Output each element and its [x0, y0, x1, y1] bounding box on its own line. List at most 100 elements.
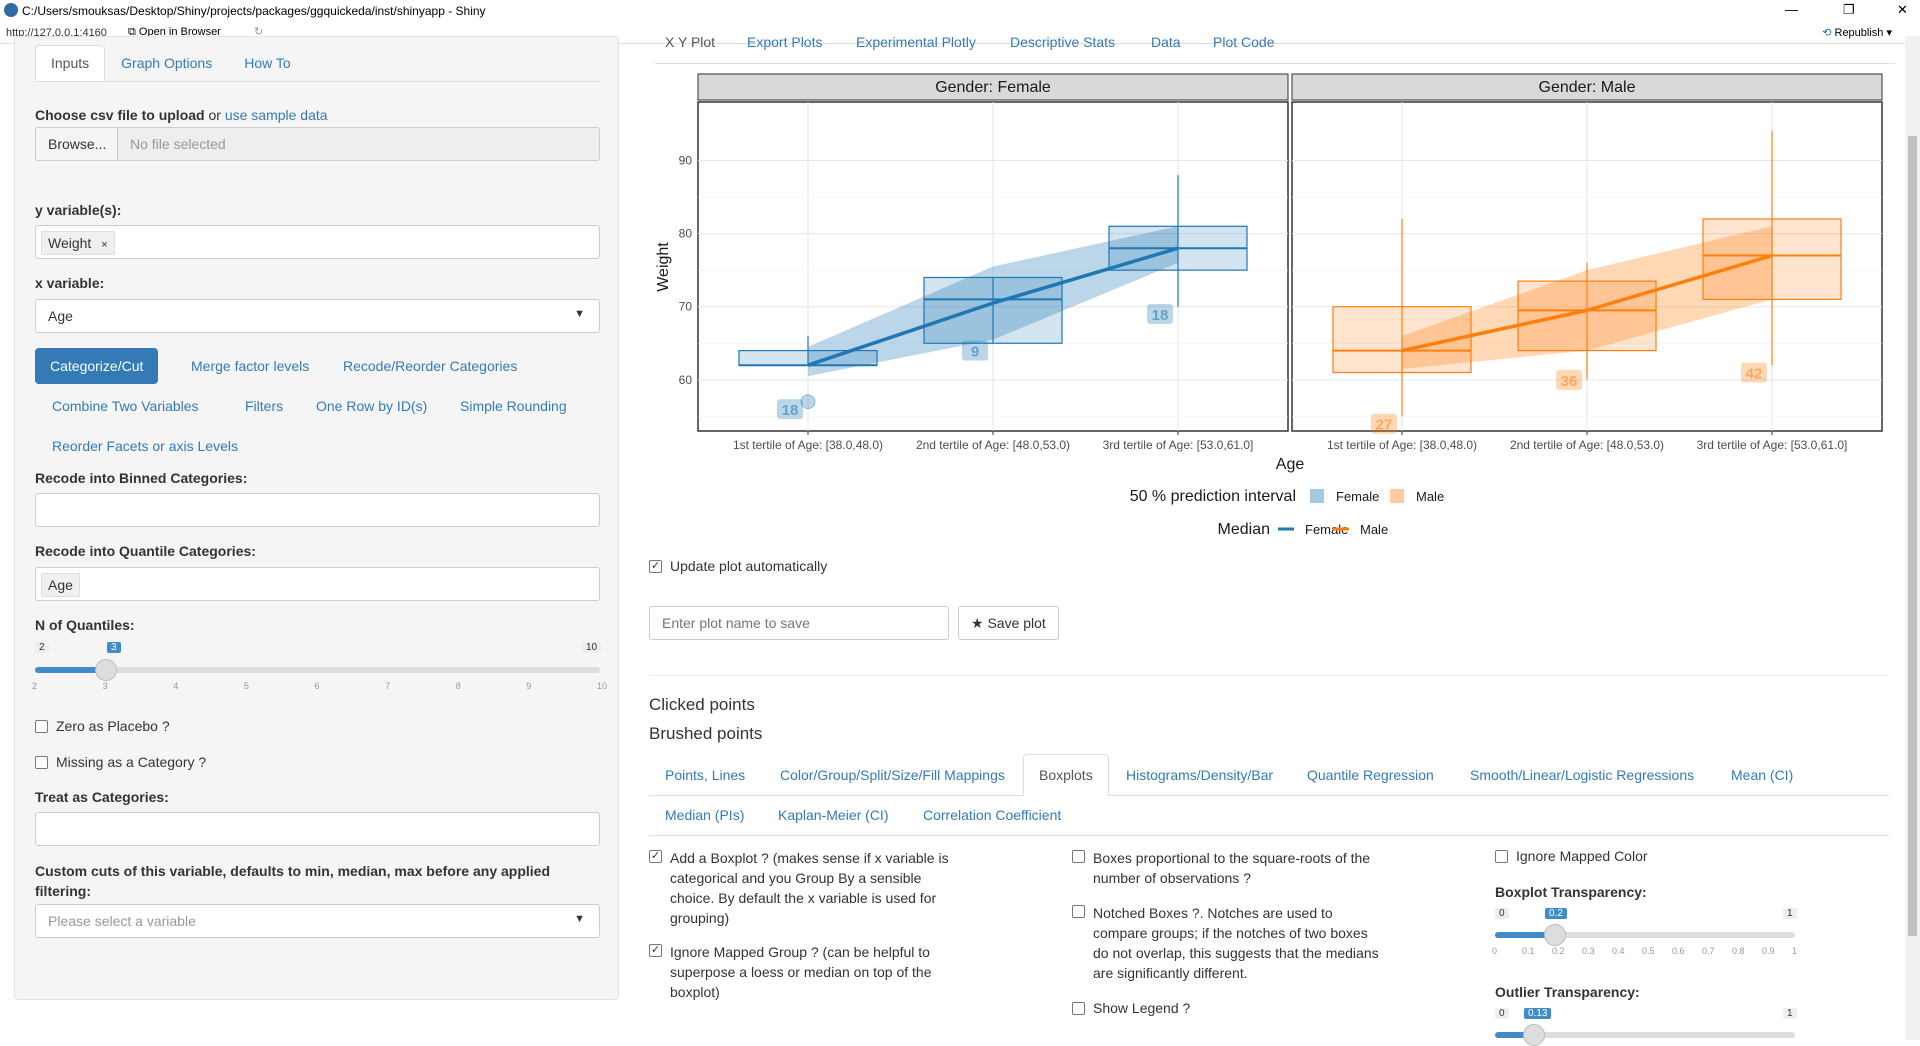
file-upload: Browse... No file selected — [35, 127, 600, 161]
slider-min: 0 — [1495, 908, 1509, 919]
notched-boxes-checkbox[interactable]: Notched Boxes ?. Notches are used to com… — [1072, 903, 1382, 983]
subtab-quantile-regression[interactable]: Quantile Regression — [1307, 767, 1434, 783]
facet-label: Gender: Female — [935, 79, 1051, 96]
count-label: 18 — [1152, 307, 1169, 324]
slider-tick-label: 0.4 — [1612, 946, 1625, 956]
scrollbar-thumb[interactable] — [1908, 136, 1917, 936]
tab-export-plots[interactable]: Export Plots — [747, 36, 822, 50]
pill-simple-rounding[interactable]: Simple Rounding — [445, 388, 582, 424]
outlier-point — [800, 394, 816, 410]
subtab-histograms[interactable]: Histograms/Density/Bar — [1126, 767, 1273, 783]
x-variable-select[interactable]: Age ▼ — [35, 299, 600, 333]
close-icon[interactable]: ✕ — [1897, 2, 1908, 18]
subtab-correlation[interactable]: Correlation Coefficient — [923, 807, 1061, 823]
upload-label-row: Choose csv file to upload or use sample … — [35, 107, 328, 123]
xy-plot[interactable]: Gender: Female 60 70 80 90 1st tertile of Age… — [650, 66, 1900, 556]
slider-max: 1 — [1783, 908, 1797, 919]
subtab-color-group[interactable]: Color/Group/Split/Size/Fill Mappings — [780, 767, 1005, 783]
window-title: C:/Users/smouksas/Desktop/Shiny/projects… — [22, 4, 486, 18]
pill-reorder-facets[interactable]: Reorder Facets or axis Levels — [37, 428, 253, 464]
tab-experimental-plotly[interactable]: Experimental Plotly — [856, 36, 976, 50]
tab-graph-options[interactable]: Graph Options — [105, 45, 228, 81]
plot-name-input[interactable] — [649, 606, 949, 640]
custom-cuts-select[interactable]: Please select a variable ▼ — [35, 904, 600, 938]
checkbox-box[interactable] — [1072, 905, 1085, 918]
x-tick-label: 2nd tertile of Age: [48.0,53.0) — [1510, 438, 1664, 452]
missing-category-label: Missing as a Category ? — [56, 754, 207, 770]
pill-merge-factor-levels[interactable]: Merge factor levels — [176, 348, 324, 384]
checkbox-box[interactable] — [1072, 850, 1085, 863]
slider-handle[interactable] — [94, 659, 117, 681]
ignore-color-checkbox[interactable]: Ignore Mapped Color — [1495, 848, 1648, 864]
slider-handle[interactable] — [1523, 1024, 1545, 1046]
checkbox-box[interactable]: ✓ — [649, 560, 662, 573]
pill-recode-reorder[interactable]: Recode/Reorder Categories — [328, 348, 532, 384]
subtab-smooth[interactable]: Smooth/Linear/Logistic Regressions — [1470, 767, 1694, 783]
checkbox-box[interactable]: ✓ — [649, 850, 662, 863]
y-variable-select[interactable]: Weight × — [35, 225, 600, 259]
treat-input[interactable] — [35, 812, 600, 846]
slider-min: 2 — [35, 642, 49, 653]
subtab-boxplots[interactable]: Boxplots — [1039, 767, 1093, 783]
slider-tick-label: 0.5 — [1642, 946, 1655, 956]
show-legend-label: Show Legend ? — [1093, 1000, 1191, 1016]
update-auto-label: Update plot automatically — [670, 558, 828, 574]
slider-tick-label: 8 — [455, 681, 461, 691]
subtab-points-lines[interactable]: Points, Lines — [665, 767, 745, 783]
browse-button[interactable]: Browse... — [36, 128, 118, 160]
legend-key-pi — [1390, 489, 1404, 503]
slider-value: 3 — [107, 642, 121, 653]
quantile-select[interactable]: Age — [35, 567, 600, 601]
missing-category-checkbox[interactable]: Missing as a Category ? — [35, 754, 206, 770]
caret-down-icon: ▼ — [574, 913, 585, 925]
binned-input[interactable] — [35, 493, 600, 527]
pill-one-row-by-id[interactable]: One Row by ID(s) — [301, 388, 442, 424]
pill-categorize-cut[interactable]: Categorize/Cut — [35, 348, 159, 384]
main-tabs: X Y Plot Export Plots Experimental Plotl… — [655, 36, 1895, 64]
subtab-kaplan-meier[interactable]: Kaplan-Meier (CI) — [778, 807, 888, 823]
x-tick-label: 3rd tertile of Age: [53.0,61.0] — [1103, 438, 1254, 452]
y-tick-label: 70 — [679, 300, 693, 314]
slider-tick-label: 0 — [1492, 946, 1498, 956]
proportional-boxes-checkbox[interactable]: Boxes proportional to the square-roots o… — [1072, 848, 1382, 888]
checkbox-box[interactable]: ✓ — [649, 944, 662, 957]
brushed-points-heading: Brushed points — [649, 724, 763, 743]
tab-plot-code[interactable]: Plot Code — [1213, 36, 1274, 50]
checkbox-box[interactable] — [35, 720, 48, 733]
remove-tag-icon[interactable]: × — [101, 239, 107, 251]
add-boxplot-checkbox[interactable]: ✓ Add a Boxplot ? (makes sense if x varia… — [649, 848, 969, 928]
ignore-group-checkbox[interactable]: ✓ Ignore Mapped Group ? (can be helpful t… — [649, 942, 969, 1002]
legend-key-pi — [1310, 489, 1324, 503]
slider-handle[interactable] — [1544, 924, 1566, 946]
page-scrollbar[interactable] — [1905, 36, 1920, 1040]
pill-combine-two-variables[interactable]: Combine Two Variables — [37, 388, 214, 424]
zero-placebo-checkbox[interactable]: Zero as Placebo ? — [35, 718, 170, 734]
save-plot-button[interactable]: ★ Save plot — [958, 606, 1059, 640]
slider-track[interactable] — [35, 667, 600, 673]
checkbox-box[interactable] — [1072, 1002, 1085, 1015]
tab-how-to[interactable]: How To — [228, 45, 306, 81]
legend-label: Female — [1336, 489, 1379, 504]
subtab-median-pis[interactable]: Median (PIs) — [665, 807, 744, 823]
pill-filters[interactable]: Filters — [230, 388, 298, 424]
tab-descriptive-stats[interactable]: Descriptive Stats — [1010, 36, 1115, 50]
custom-cuts-placeholder: Please select a variable — [48, 913, 196, 929]
subtabs-baseline — [649, 795, 1889, 796]
slider-min: 0 — [1495, 1008, 1509, 1019]
slider-tick-label: 5 — [243, 681, 249, 691]
tab-data[interactable]: Data — [1151, 36, 1181, 50]
subtab-mean-ci[interactable]: Mean (CI) — [1731, 767, 1793, 783]
tab-inputs[interactable]: Inputs — [35, 45, 106, 81]
minimize-icon[interactable]: — — [1785, 2, 1798, 17]
checkbox-box[interactable] — [1495, 850, 1508, 863]
box-body — [1517, 280, 1657, 352]
use-sample-data-link[interactable]: use sample data — [225, 107, 328, 123]
show-legend-checkbox[interactable]: Show Legend ? — [1072, 1000, 1190, 1016]
maximize-icon[interactable]: ❐ — [1843, 2, 1855, 18]
legend-title-pi: 50 % prediction interval — [1130, 488, 1296, 505]
ignore-group-label: Ignore Mapped Group ? (can be helpful to… — [670, 944, 932, 1000]
checkbox-box[interactable] — [35, 756, 48, 769]
update-auto-checkbox[interactable]: ✓ Update plot automatically — [649, 558, 827, 574]
tab-xy-plot[interactable]: X Y Plot — [665, 36, 715, 50]
slider-tick-label: 1 — [1792, 946, 1798, 956]
